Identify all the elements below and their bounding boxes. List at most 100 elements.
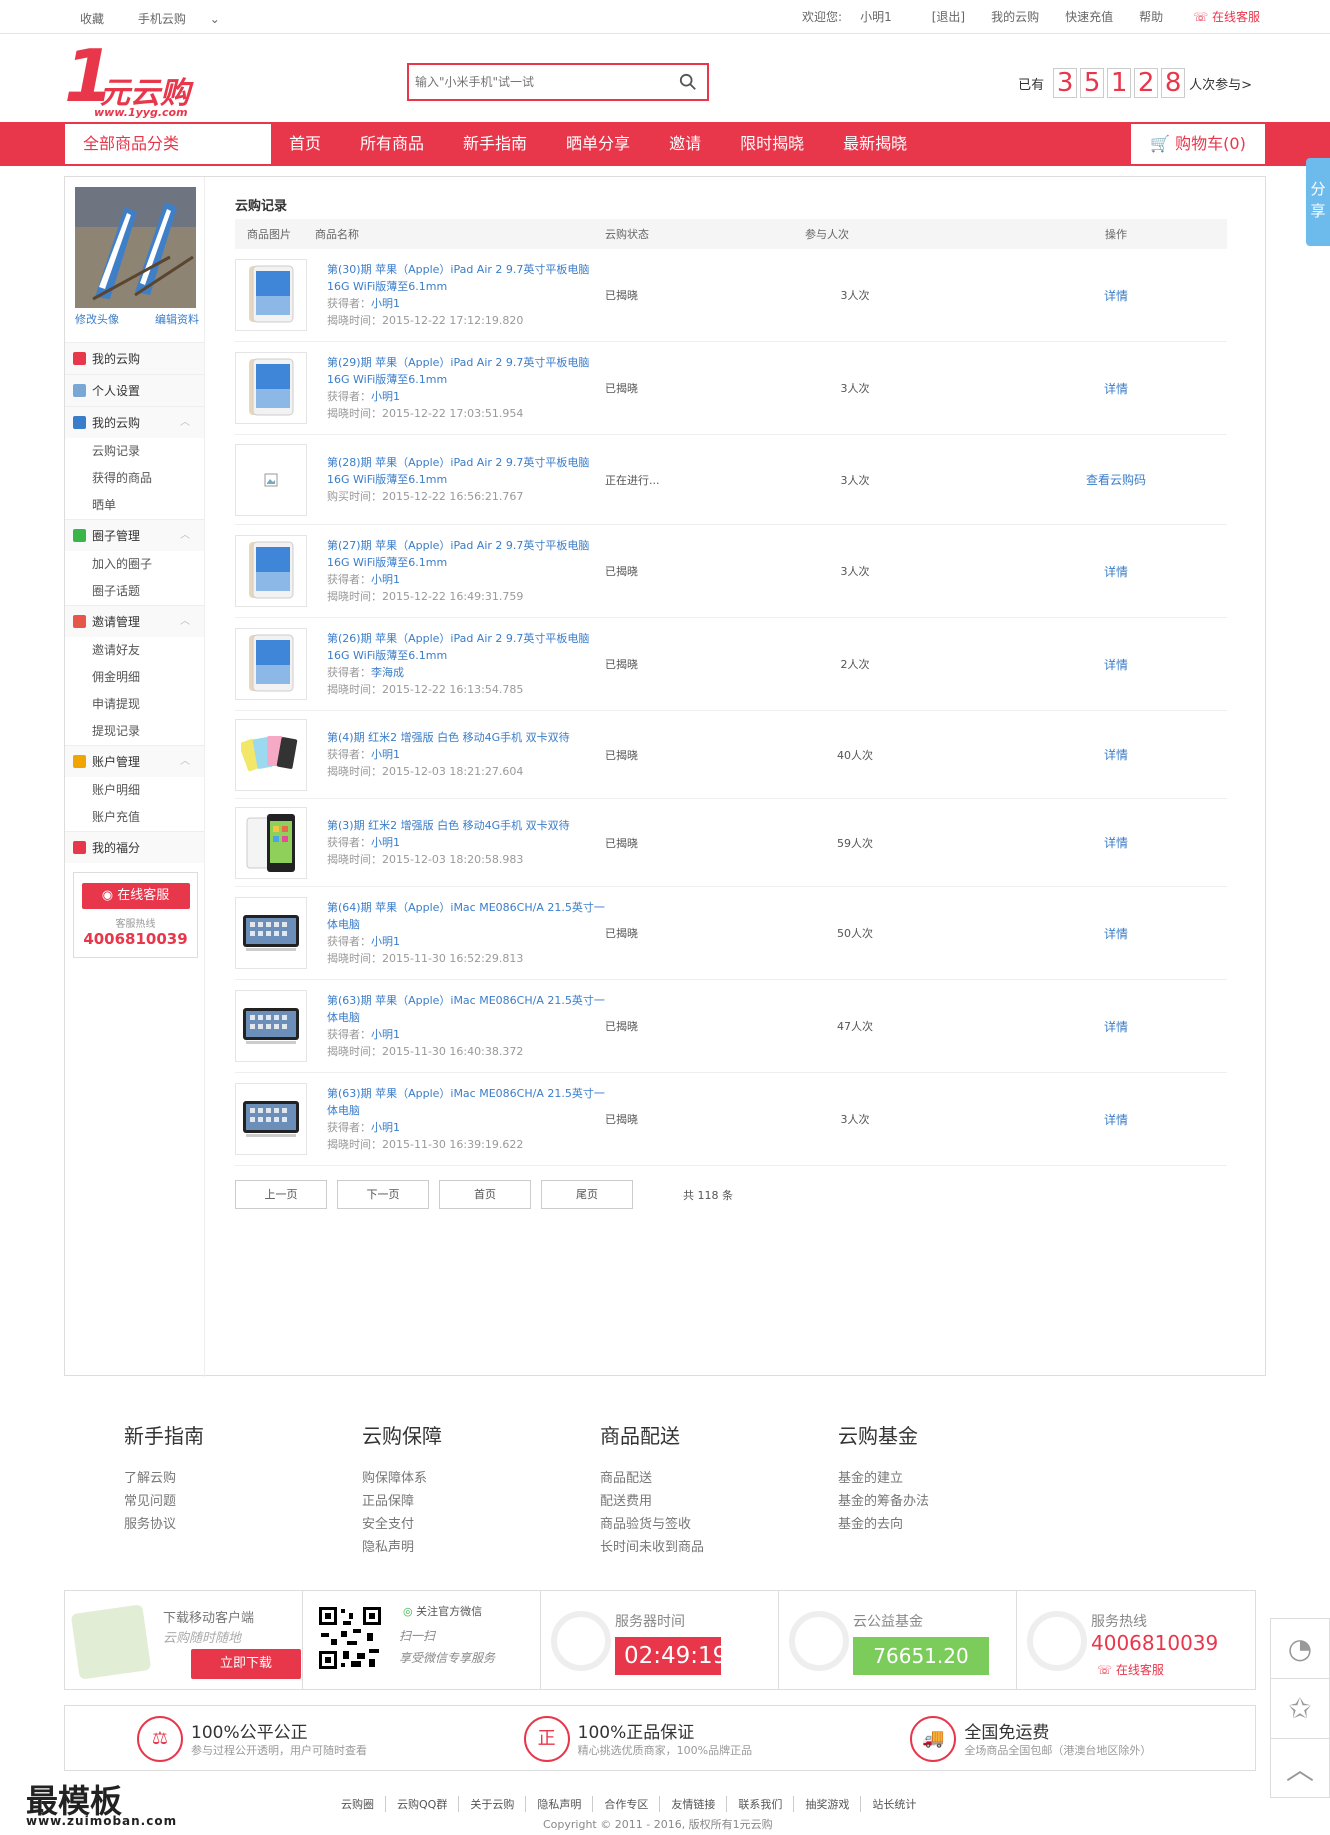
footer-link[interactable]: 商品验货与签收 [600,1513,838,1536]
bottom-link[interactable]: 云购QQ群 [386,1796,460,1812]
sidebar-item[interactable]: 提现记录 [65,718,204,745]
recharge-link[interactable]: 快速充值 [1065,8,1113,25]
nav-item-guide[interactable]: 新手指南 [446,122,544,166]
sidebar-group[interactable]: 我的云购 ︿ [65,406,204,438]
search-input[interactable] [409,65,659,99]
product-thumbnail[interactable] [235,443,307,516]
bottom-link[interactable]: 站长统计 [861,1796,927,1812]
search-icon[interactable] [679,73,697,91]
footer-link[interactable]: 正品保障 [362,1490,600,1513]
share-tab[interactable]: 分享 [1306,158,1330,246]
all-categories-button[interactable]: 全部商品分类 [65,124,271,164]
sidebar-item[interactable]: 账户明细 [65,777,204,804]
favorite-float-icon[interactable]: ✩ [1270,1678,1330,1738]
product-thumbnail[interactable] [235,897,307,969]
mobile-link[interactable]: 手机云购 ⌄ [138,12,250,26]
footer-link[interactable]: 购保障体系 [362,1467,600,1490]
sidebar-group[interactable]: 圈子管理 ︿ [65,519,204,551]
product-title-link[interactable]: 第(29)期 苹果（Apple）iPad Air 2 9.7英寸平板电脑 16G… [327,354,605,388]
last-page-button[interactable]: 尾页 [541,1180,633,1209]
chevron-up-icon[interactable]: ︿ [180,606,190,638]
cell-action-link[interactable]: 详情 [1005,1018,1227,1035]
sidebar-item[interactable]: 云购记录 [65,438,204,465]
product-thumbnail[interactable] [235,259,307,331]
product-thumbnail[interactable] [235,628,307,700]
bottom-link[interactable]: 关于云购 [459,1796,527,1812]
nav-item-all-products[interactable]: 所有商品 [343,122,441,166]
sidebar-item[interactable]: 获得的商品 [65,465,204,492]
my-yungou-link[interactable]: 我的云购 [991,8,1039,25]
winner-link[interactable]: 小明1 [371,836,400,849]
product-title-link[interactable]: 第(63)期 苹果（Apple）iMac ME086CH/A 21.5英寸一体电… [327,1085,605,1119]
winner-link[interactable]: 小明1 [371,1028,400,1041]
sidebar-item[interactable]: 加入的圈子 [65,551,204,578]
next-page-button[interactable]: 下一页 [337,1180,429,1209]
footer-link[interactable]: 服务协议 [124,1513,362,1536]
product-title-link[interactable]: 第(63)期 苹果（Apple）iMac ME086CH/A 21.5英寸一体电… [327,992,605,1026]
product-title-link[interactable]: 第(30)期 苹果（Apple）iPad Air 2 9.7英寸平板电脑 16G… [327,261,605,295]
bottom-link[interactable]: 联系我们 [727,1796,795,1812]
sidebar-group[interactable]: 账户管理 ︿ [65,745,204,777]
nav-item-latest[interactable]: 最新揭晓 [826,122,924,166]
cart-button[interactable]: 🛒 购物车(0) [1131,124,1265,164]
product-title-link[interactable]: 第(27)期 苹果（Apple）iPad Air 2 9.7英寸平板电脑 16G… [327,537,605,571]
product-thumbnail[interactable] [235,535,307,607]
cell-action-link[interactable]: 详情 [1005,380,1227,397]
bottom-link[interactable]: 云购圈 [330,1796,386,1812]
cell-action-link[interactable]: 详情 [1005,1111,1227,1128]
sidebar-item[interactable]: 晒单 [65,492,204,519]
footer-link[interactable]: 常见问题 [124,1490,362,1513]
cell-action-link[interactable]: 详情 [1005,834,1227,851]
cell-action-link[interactable]: 详情 [1005,656,1227,673]
sidebar-group[interactable]: 我的云购 [65,342,204,374]
footer-link[interactable]: 配送费用 [600,1490,838,1513]
sidebar-group[interactable]: 我的福分 [65,831,204,863]
chevron-up-icon[interactable]: ︿ [180,746,190,778]
bottom-link[interactable]: 合作专区 [593,1796,661,1812]
product-title-link[interactable]: 第(26)期 苹果（Apple）iPad Air 2 9.7英寸平板电脑 16G… [327,630,605,664]
product-thumbnail[interactable] [235,990,307,1062]
nav-item-home[interactable]: 首页 [272,122,338,166]
product-thumbnail[interactable] [235,352,307,424]
cell-action-link[interactable]: 详情 [1005,563,1227,580]
edit-avatar-link[interactable]: 修改头像 [75,311,119,327]
cell-action-link[interactable]: 查看云购码 [1005,471,1227,488]
qq-float-icon[interactable]: ◔ [1270,1618,1330,1678]
cell-action-link[interactable]: 详情 [1005,746,1227,763]
sidebar-group[interactable]: 个人设置 [65,374,204,406]
product-title-link[interactable]: 第(28)期 苹果（Apple）iPad Air 2 9.7英寸平板电脑 16G… [327,454,605,488]
product-thumbnail[interactable] [235,806,307,879]
product-thumbnail[interactable] [235,718,307,791]
sidebar-item[interactable]: 申请提现 [65,691,204,718]
footer-link[interactable]: 安全支付 [362,1513,600,1536]
bottom-link[interactable]: 友情链接 [660,1796,728,1812]
winner-link[interactable]: 小明1 [371,390,400,403]
footer-link[interactable]: 基金的去向 [838,1513,1076,1536]
cell-action-link[interactable]: 详情 [1005,287,1227,304]
winner-link[interactable]: 小明1 [371,935,400,948]
footer-link[interactable]: 了解云购 [124,1467,362,1490]
sidebar-online-service-button[interactable]: ◉ 在线客服 [81,883,190,909]
username-link[interactable]: 小明1 [860,8,892,25]
site-logo[interactable]: 1 元云购 www.1yyg.com [64,38,194,120]
nav-item-invite[interactable]: 邀请 [652,122,718,166]
nav-item-limited[interactable]: 限时揭晓 [723,122,821,166]
winner-link[interactable]: 小明1 [371,573,400,586]
edit-profile-link[interactable]: 编辑资料 [155,311,199,327]
product-title-link[interactable]: 第(3)期 红米2 增强版 白色 移动4G手机 双卡双待 [327,817,605,834]
back-to-top-icon[interactable]: ︿ [1270,1738,1330,1798]
chevron-up-icon[interactable]: ︿ [180,407,190,439]
winner-link[interactable]: 李海成 [371,666,404,679]
cell-action-link[interactable]: 详情 [1005,925,1227,942]
winner-link[interactable]: 小明1 [371,1121,400,1134]
logout-link[interactable]: [退出] [932,8,965,25]
sidebar-group[interactable]: 邀请管理 ︿ [65,605,204,637]
product-title-link[interactable]: 第(4)期 红米2 增强版 白色 移动4G手机 双卡双待 [327,729,605,746]
sidebar-item[interactable]: 圈子话题 [65,578,204,605]
sidebar-item[interactable]: 邀请好友 [65,637,204,664]
winner-link[interactable]: 小明1 [371,748,400,761]
counter-suffix[interactable]: 人次参与> [1189,74,1252,93]
footer-link[interactable]: 隐私声明 [362,1536,600,1559]
sidebar-item[interactable]: 账户充值 [65,804,204,831]
product-thumbnail[interactable] [235,1083,307,1155]
